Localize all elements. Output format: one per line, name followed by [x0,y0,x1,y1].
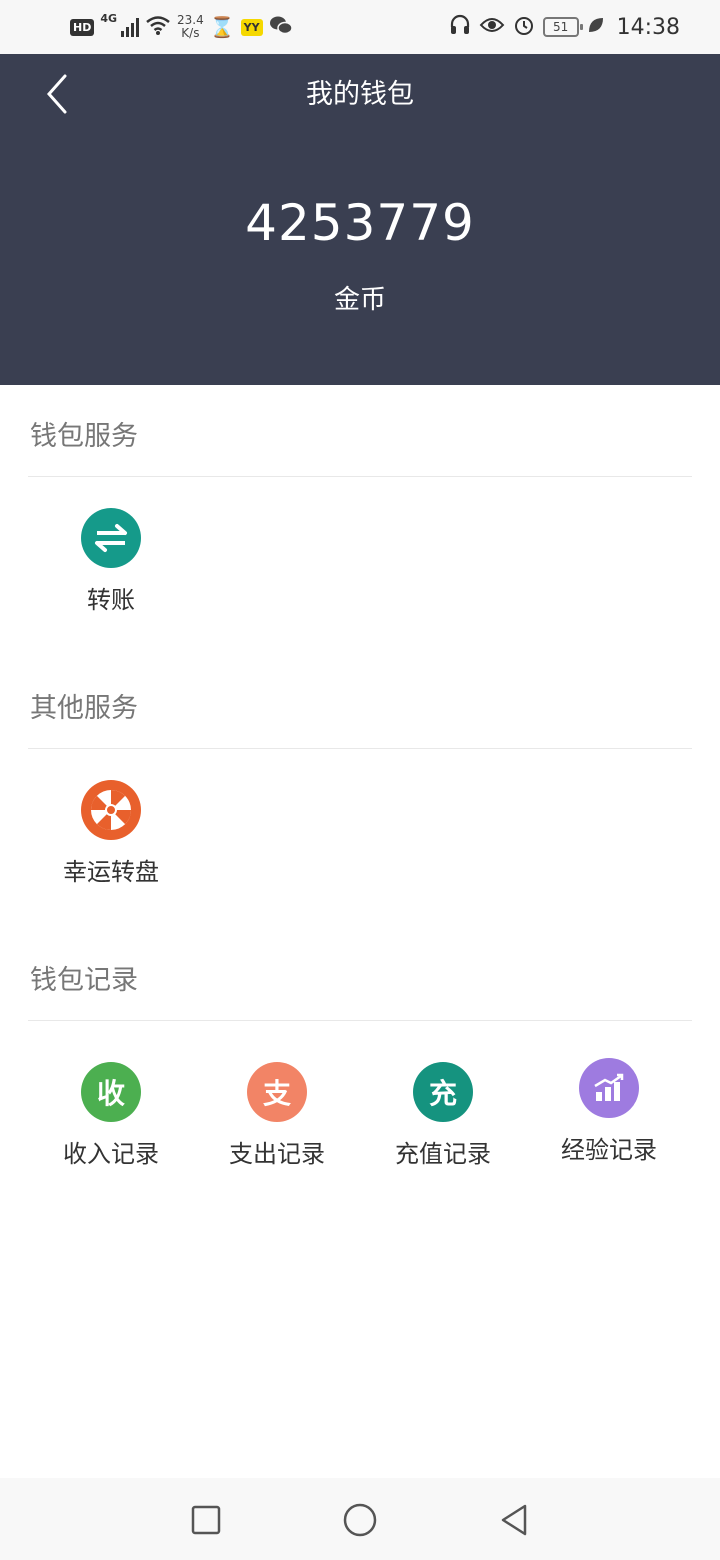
transfer-label: 转账 [87,586,135,614]
status-left: HD 4G 23.4 K/s ⌛ YY [70,10,293,44]
experience-records-tile[interactable]: 经验记录 [526,1058,692,1165]
coin-balance: 4253779 [245,194,475,252]
lucky-wheel-tile[interactable]: 幸运转盘 [28,780,194,887]
bar-chart-icon [579,1058,639,1118]
triangle-back-icon [501,1504,527,1536]
status-bar: HD 4G 23.4 K/s ⌛ YY 51 14:38 [0,0,720,54]
lucky-wheel-icon [81,780,141,840]
transfer-arrows-icon [81,508,141,568]
hourglass-icon: ⌛ [209,15,235,39]
divider [28,476,692,477]
square-icon [191,1505,221,1535]
section-title-wallet-records: 钱包记录 [30,965,138,996]
lucky-wheel-label: 幸运转盘 [63,858,159,886]
home-button[interactable] [336,1496,384,1544]
expense-icon: 支 [247,1062,307,1122]
yy-app-icon: YY [240,18,263,36]
hd-indicator: HD [70,18,95,36]
system-nav-bar [0,1478,720,1560]
section-title-wallet-services: 钱包服务 [30,421,138,452]
recharge-icon: 充 [413,1062,473,1122]
section-title-other-services: 其他服务 [30,693,138,724]
income-records-tile[interactable]: 收 收入记录 [28,1062,194,1169]
divider [28,748,692,749]
circle-icon [343,1503,377,1537]
eye-icon [479,15,505,39]
battery-icon: 51 [542,17,583,37]
wifi-icon [145,14,171,40]
experience-records-label: 经验记录 [561,1136,657,1164]
transfer-tile[interactable]: 转账 [28,508,194,615]
expense-records-tile[interactable]: 支 支出记录 [194,1062,360,1169]
status-right: 51 14:38 [449,10,680,44]
back-nav-button[interactable] [490,1496,538,1544]
recharge-records-label: 充值记录 [395,1140,491,1168]
wallet-header: 我的钱包 4253779 金币 [0,54,720,385]
recharge-records-tile[interactable]: 充 充值记录 [360,1062,526,1169]
recents-button[interactable] [182,1496,230,1544]
divider [28,1020,692,1021]
headphones-icon [449,14,471,40]
balance-unit: 金币 [333,285,386,315]
income-records-label: 收入记录 [63,1140,159,1168]
status-time: 14:38 [616,14,680,40]
leaf-icon [587,16,605,38]
page-title: 我的钱包 [306,79,414,110]
speed-unit: K/s [181,26,200,40]
expense-records-label: 支出记录 [229,1140,325,1168]
income-icon: 收 [81,1062,141,1122]
network-type: 4G [100,12,118,25]
alarm-icon [513,14,535,40]
wechat-icon [269,15,293,39]
signal-icon [121,17,140,37]
network-speed: 23.4 K/s [177,14,204,40]
